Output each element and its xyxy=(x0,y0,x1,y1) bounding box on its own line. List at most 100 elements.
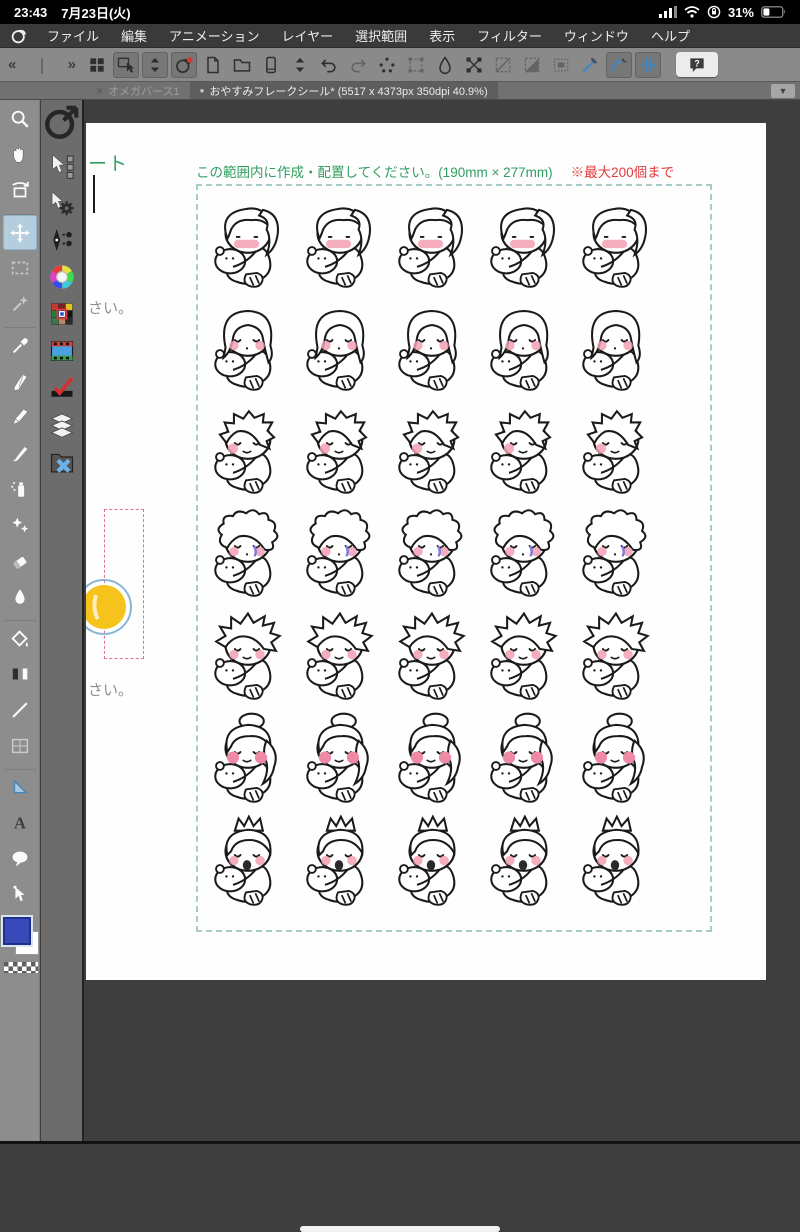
new-canvas-icon[interactable] xyxy=(200,52,226,78)
menu-item-7[interactable]: ウィンドウ xyxy=(553,26,640,45)
invert-selection-icon[interactable] xyxy=(519,52,545,78)
rotation-lock-icon xyxy=(707,5,721,19)
placement-instruction: この範囲内に作成・配置してください。(190mm × 277mm) xyxy=(196,165,553,180)
collapse-left-icon[interactable]: « xyxy=(8,56,16,73)
sticker-bun-updo-sleeper xyxy=(477,707,569,810)
auto-action-icon[interactable] xyxy=(48,152,76,180)
brush-tool[interactable] xyxy=(3,435,37,471)
menu-bar: ファイル 編集 アニメーション レイヤー 選択範囲 表示 フィルター ウィンドウ ヘルプ xyxy=(0,24,800,48)
foreground-color-swatch[interactable] xyxy=(2,917,31,945)
layer-panel-icon[interactable] xyxy=(48,411,76,439)
menu-item-5[interactable]: 表示 xyxy=(418,26,466,45)
redo-icon[interactable] xyxy=(345,52,371,78)
correct-line-tool[interactable] xyxy=(3,877,37,913)
canvas-tab-bar: × オメガバース1 ● おやすみフレークシール* (5517 x 4373px 350… xyxy=(0,82,800,100)
airbrush-tool[interactable] xyxy=(3,471,37,507)
decoration-tool[interactable] xyxy=(3,507,37,543)
line-ruler-icon[interactable] xyxy=(577,52,603,78)
tool-property-icon[interactable] xyxy=(48,189,76,217)
material-panel-icon[interactable] xyxy=(48,448,76,476)
scatter-move-icon[interactable] xyxy=(374,52,400,78)
menu-item-0[interactable]: ファイル xyxy=(36,26,110,45)
size-spinner-icon[interactable] xyxy=(142,51,168,78)
menu-item-1[interactable]: 編集 xyxy=(110,26,158,45)
open-file-icon[interactable] xyxy=(229,52,255,78)
collapse-bar-icon: ❘ xyxy=(35,56,49,74)
eyedropper-tool[interactable] xyxy=(2,327,37,363)
cellular-signal-icon xyxy=(658,6,677,18)
sticker-long-hair-sleeper xyxy=(201,295,293,398)
timeline-icon[interactable] xyxy=(48,337,76,365)
balloon-tool[interactable] xyxy=(3,841,37,877)
svg-text:A: A xyxy=(14,814,26,833)
canvas-tab-1[interactable]: ● おやすみフレークシール* (5517 x 4373px 350dpi 40.9… xyxy=(189,82,498,99)
undo-icon[interactable] xyxy=(316,52,342,78)
sticker-messy-short-sleeper xyxy=(201,398,293,501)
close-icon[interactable]: × xyxy=(96,84,103,98)
operation-tool[interactable] xyxy=(2,769,37,805)
tab-list-dropdown[interactable]: ▼ xyxy=(771,84,795,98)
magic-wand-tool[interactable] xyxy=(3,286,37,322)
document-page[interactable]: ート この範囲内に作成・配置してください。(190mm × 277mm) ※最大… xyxy=(86,123,766,980)
menu-item-2[interactable]: アニメーション xyxy=(158,26,270,45)
symmetry-ruler-icon[interactable] xyxy=(635,51,661,78)
wifi-icon xyxy=(684,6,700,18)
menu-item-3[interactable]: レイヤー xyxy=(271,26,345,45)
transform-icon[interactable] xyxy=(403,52,429,78)
clip-studio-app-icon[interactable] xyxy=(171,51,197,78)
pen-tool[interactable] xyxy=(3,363,37,399)
selection-launcher-icon[interactable] xyxy=(548,52,574,78)
gradient-tool[interactable] xyxy=(3,656,37,692)
canvas-tab-0[interactable]: × オメガバース1 xyxy=(86,82,190,99)
transparent-color-swatch[interactable] xyxy=(2,961,39,974)
hand-tool[interactable] xyxy=(3,137,37,173)
menu-item-4[interactable]: 選択範囲 xyxy=(344,26,418,45)
sticker-long-hair-sleeper xyxy=(477,295,569,398)
correction-icon[interactable] xyxy=(48,374,76,402)
menu-item-8[interactable]: ヘルプ xyxy=(640,26,701,45)
sticker-curly-teary-sleeper xyxy=(569,501,661,604)
collapse-right-icon[interactable]: » xyxy=(68,56,76,73)
move-layer-tool[interactable] xyxy=(2,214,37,250)
curve-ruler-icon[interactable] xyxy=(606,51,632,78)
sticker-ponytail-sleeper xyxy=(201,192,293,295)
blend-drop-icon[interactable] xyxy=(432,52,458,78)
marquee-select-tool[interactable] xyxy=(3,250,37,286)
home-indicator[interactable] xyxy=(300,1226,500,1232)
color-swatches xyxy=(0,916,40,976)
sticker-spiky-swept-sleeper xyxy=(201,604,293,707)
touch-gesture-icon[interactable] xyxy=(113,51,139,78)
text-tool[interactable]: A xyxy=(3,805,37,841)
sticker-tuft-yawning-sleeper xyxy=(201,810,293,913)
figure-tool[interactable] xyxy=(3,692,37,728)
mesh-transform-icon[interactable] xyxy=(461,52,487,78)
panel-collapse-controls[interactable]: « ❘ » xyxy=(0,56,84,74)
partial-text-2: さい。 xyxy=(88,682,134,699)
device-canvas-icon[interactable] xyxy=(258,52,284,78)
tab-label: オメガバース1 xyxy=(108,85,180,98)
sub-tool-icon[interactable] xyxy=(48,226,76,254)
rotate-canvas-tool[interactable] xyxy=(3,173,37,209)
launcher-icon[interactable] xyxy=(43,103,81,143)
device-spinner-icon[interactable] xyxy=(287,52,313,78)
sticker-tuft-yawning-sleeper xyxy=(293,810,385,913)
sticker-curly-teary-sleeper xyxy=(477,501,569,604)
sticker-grid xyxy=(201,192,661,913)
eraser-tool[interactable] xyxy=(3,543,37,579)
workspace-grid-icon[interactable] xyxy=(84,52,110,78)
help-icon[interactable]: ? xyxy=(676,52,718,77)
sticker-messy-short-sleeper xyxy=(293,398,385,501)
canvas-area[interactable]: ート この範囲内に作成・配置してください。(190mm × 277mm) ※最大… xyxy=(86,100,800,1144)
color-wheel-icon[interactable] xyxy=(48,263,76,291)
modified-dot-icon: ● xyxy=(199,86,205,95)
pencil-tool[interactable] xyxy=(3,399,37,435)
battery-icon xyxy=(761,6,786,18)
deselect-icon[interactable] xyxy=(490,52,516,78)
menu-item-6[interactable]: フィルター xyxy=(466,26,553,45)
color-set-icon[interactable] xyxy=(48,300,76,328)
frame-border-tool[interactable] xyxy=(3,728,37,764)
blend-tool[interactable] xyxy=(3,579,37,615)
zoom-tool[interactable] xyxy=(3,101,37,137)
clip-studio-logo-icon[interactable] xyxy=(10,27,28,45)
fill-tool[interactable] xyxy=(2,620,37,656)
